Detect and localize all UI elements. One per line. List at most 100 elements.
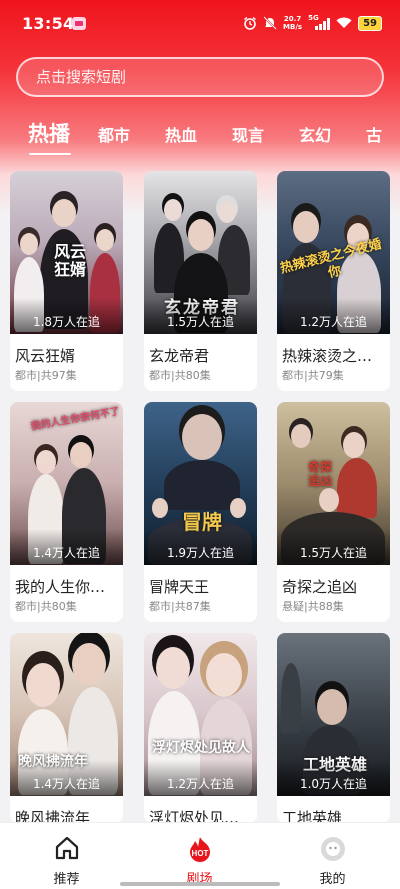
tab-ancient[interactable]: 古 [366, 122, 382, 146]
poster-figure [52, 199, 76, 227]
app-notification-icon [72, 17, 86, 30]
poster-figure [319, 488, 339, 512]
drama-card[interactable]: 晚风拂流年 1.4万人在追 晚风拂流年 [10, 633, 123, 823]
tab-modern-romance[interactable]: 现言 [232, 122, 264, 146]
poster-figure [96, 229, 114, 251]
poster-figure [281, 663, 301, 733]
poster-figure [182, 414, 222, 460]
viewer-count: 1.9万人在追 [166, 546, 235, 560]
poster-title: 风云狂婿 [53, 242, 86, 279]
poster-figure [293, 211, 319, 243]
drama-card[interactable]: 奇探追凶 1.5万人在追 奇探之追凶 悬疑|共88集 [277, 402, 390, 622]
drama-poster: 浮灯烬处见故人 1.2万人在追 [144, 633, 257, 796]
poster-title: 奇探追凶 [307, 460, 332, 488]
tab-hot[interactable]: 热播 [28, 118, 70, 148]
poster-figure [230, 498, 246, 518]
poster-figure [291, 424, 311, 448]
drama-meta: 都市|共80集 [149, 369, 211, 382]
drama-title: 玄龙帝君 [149, 347, 210, 365]
active-tab-indicator [29, 153, 71, 155]
search-input[interactable] [16, 57, 384, 97]
drama-title: 热辣滚烫之… [282, 347, 373, 365]
poster-figure [164, 199, 182, 221]
viewer-count: 1.2万人在追 [299, 315, 368, 329]
drama-poster: 玄龙帝君 1.5万人在追 [144, 171, 257, 334]
drama-title: 工地英雄 [282, 809, 343, 823]
tab-hot-blood[interactable]: 热血 [165, 122, 197, 146]
network-speed-value: 20.7 [283, 15, 302, 23]
wifi-icon [336, 17, 352, 28]
poster-figure [206, 653, 242, 697]
viewer-count: 1.4万人在追 [32, 546, 101, 560]
hot-badge-text: HOT [191, 849, 208, 858]
status-icons: 20.7 MB/s 5G 59 [243, 12, 382, 34]
drama-poster: 冒牌 1.9万人在追 [144, 402, 257, 565]
status-time: 13:54 [22, 14, 75, 33]
hot-icon: HOT [189, 837, 210, 862]
viewer-count: 1.4万人在追 [32, 777, 101, 791]
poster-figure [72, 643, 106, 685]
drama-poster: 我的人生你奈何不了 1.4万人在追 [10, 402, 123, 565]
drama-card[interactable]: 热辣滚烫之今夜婚你 1.2万人在追 热辣滚烫之… 都市|共79集 [277, 171, 390, 391]
poster-figure [337, 458, 377, 518]
drama-title: 冒牌天王 [149, 578, 210, 596]
drama-poster: 奇探追凶 1.5万人在追 [277, 402, 390, 565]
nav-item-theater[interactable]: HOT 剧场 [133, 823, 266, 889]
home-icon [55, 836, 78, 860]
drama-title: 浮灯烬处见… [149, 809, 240, 823]
poster-figure [70, 442, 92, 468]
drama-poster: 风云狂婿 1.8万人在追 [10, 171, 123, 334]
network-speed-unit: MB/s [283, 23, 303, 31]
viewer-count: 1.5万人在追 [299, 546, 368, 560]
viewer-count: 1.5万人在追 [166, 315, 235, 329]
battery-indicator: 59 [358, 15, 382, 31]
drama-card[interactable]: 玄龙帝君 1.5万人在追 玄龙帝君 都市|共80集 [144, 171, 257, 391]
bottom-nav: 推荐 HOT 剧场 我的 [0, 822, 400, 889]
drama-meta: 都市|共79集 [282, 369, 344, 382]
poster-title: 浮灯烬处见故人 [152, 740, 250, 756]
drama-meta: 悬疑|共88集 [282, 600, 344, 613]
nav-label: 我的 [319, 872, 346, 887]
poster-figure [218, 201, 236, 223]
network-speed: 20.7 MB/s [283, 15, 302, 31]
viewer-count: 1.8万人在追 [32, 315, 101, 329]
profile-icon [320, 837, 345, 861]
poster-figure [343, 432, 365, 458]
poster-figure [36, 450, 56, 474]
drama-title: 我的人生你… [15, 578, 106, 596]
viewer-count: 1.2万人在追 [166, 777, 235, 791]
poster-figure [152, 498, 168, 518]
mute-icon [263, 16, 277, 30]
drama-card[interactable]: 浮灯烬处见故人 1.2万人在追 浮灯烬处见… [144, 633, 257, 823]
drama-title: 风云狂婿 [15, 347, 76, 365]
drama-meta: 都市|共87集 [149, 600, 211, 613]
drama-title: 奇探之追凶 [282, 578, 358, 596]
nav-label: 推荐 [53, 872, 80, 887]
cellular-signal-icon: 5G [308, 14, 331, 30]
nav-item-recommend[interactable]: 推荐 [0, 823, 133, 889]
alarm-icon [244, 16, 256, 30]
poster-figure [156, 647, 190, 689]
status-bar: 13:54 20.7 MB/s 5G 59 [0, 0, 400, 46]
drama-card[interactable]: 风云狂婿 1.8万人在追 风云狂婿 都市|共97集 [10, 171, 123, 391]
nav-item-profile[interactable]: 我的 [266, 823, 399, 889]
gesture-home-bar[interactable] [120, 882, 280, 886]
drama-poster: 晚风拂流年 1.4万人在追 [10, 633, 123, 796]
category-tabs: 热播 都市 热血 现言 玄幻 古 [0, 118, 400, 158]
drama-card[interactable]: 工地英雄 1.0万人在追 工地英雄 [277, 633, 390, 823]
poster-figure [188, 219, 214, 251]
tab-urban[interactable]: 都市 [98, 122, 130, 146]
viewer-count: 1.0万人在追 [299, 777, 368, 791]
drama-poster: 工地英雄 1.0万人在追 [277, 633, 390, 796]
drama-poster: 热辣滚烫之今夜婚你 1.2万人在追 [277, 171, 390, 334]
drama-meta: 都市|共80集 [15, 600, 77, 613]
tab-fantasy[interactable]: 玄幻 [299, 122, 331, 146]
drama-card[interactable]: 冒牌 1.9万人在追 冒牌天王 都市|共87集 [144, 402, 257, 622]
poster-figure [26, 663, 60, 707]
poster-figure [317, 689, 347, 725]
drama-title: 晚风拂流年 [15, 809, 91, 823]
poster-figure [20, 233, 38, 255]
drama-card[interactable]: 我的人生你奈何不了 1.4万人在追 我的人生你… 都市|共80集 [10, 402, 123, 622]
poster-figure [164, 460, 240, 510]
drama-meta: 都市|共97集 [15, 369, 77, 382]
